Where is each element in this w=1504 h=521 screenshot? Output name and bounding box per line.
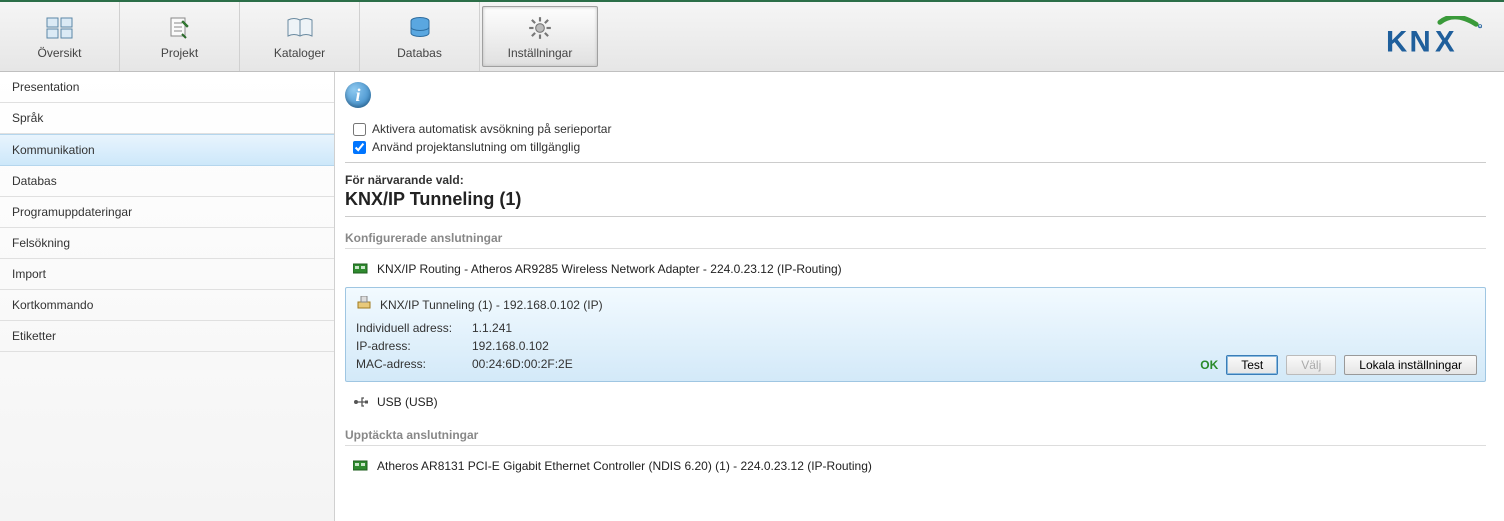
sidebar-item-presentation[interactable]: Presentation	[0, 72, 334, 103]
usb-icon	[353, 394, 369, 410]
test-button[interactable]: Test	[1226, 355, 1278, 375]
database-icon	[406, 14, 434, 42]
currently-selected-label: För närvarande vald:	[345, 173, 1486, 187]
project-conn-checkbox[interactable]	[353, 141, 366, 154]
nav-catalogs[interactable]: Kataloger	[240, 2, 360, 71]
kv-key: IP-adress:	[356, 337, 466, 355]
currently-selected-title: KNX/IP Tunneling (1)	[345, 189, 1486, 210]
kv-val: 192.168.0.102	[472, 337, 549, 355]
nav-project[interactable]: Projekt	[120, 2, 240, 71]
kv-val: 00:24:6D:00:2F:2E	[472, 355, 573, 373]
catalog-icon	[286, 14, 314, 42]
nav-settings[interactable]: Inställningar	[482, 6, 598, 67]
project-conn-row: Använd projektanslutning om tillgänglig	[345, 140, 1486, 154]
kv-val: 1.1.241	[472, 319, 512, 337]
serial-scan-checkbox[interactable]	[353, 123, 366, 136]
selected-connection-panel: KNX/IP Tunneling (1) - 192.168.0.102 (IP…	[345, 287, 1486, 382]
sidebar-item-shortcut[interactable]: Kortkommando	[0, 290, 334, 321]
connection-label: Atheros AR8131 PCI-E Gigabit Ethernet Co…	[377, 459, 872, 473]
sidebar-item-communication[interactable]: Kommunikation	[0, 134, 334, 166]
divider	[345, 162, 1486, 163]
connection-row-usb[interactable]: USB (USB)	[345, 390, 1486, 414]
project-icon	[166, 14, 194, 42]
network-card-icon	[353, 261, 369, 277]
svg-text:X: X	[1435, 25, 1455, 57]
content-pane: i Aktivera automatisk avsökning på serie…	[335, 72, 1504, 521]
overview-icon	[46, 14, 74, 42]
gear-icon	[526, 14, 554, 42]
serial-scan-label: Aktivera automatisk avsökning på seriepo…	[372, 122, 611, 136]
top-toolbar: Översikt Projekt Kataloger Databas Instä…	[0, 0, 1504, 72]
connection-label: USB (USB)	[377, 395, 438, 409]
kv-key: Individuell adress:	[356, 319, 466, 337]
nav-label: Databas	[397, 46, 442, 60]
select-button[interactable]: Välj	[1286, 355, 1336, 375]
sidebar-item-language[interactable]: Språk	[0, 103, 334, 134]
nav-label: Projekt	[161, 46, 198, 60]
network-card-icon	[353, 458, 369, 474]
nav-label: Kataloger	[274, 46, 325, 60]
sidebar-item-database[interactable]: Databas	[0, 166, 334, 197]
info-icon: i	[345, 82, 371, 108]
connection-row-routing[interactable]: KNX/IP Routing - Atheros AR9285 Wireless…	[345, 257, 1486, 281]
nav-database[interactable]: Databas	[360, 2, 480, 71]
connection-footer: OK Test Välj Lokala inställningar	[1200, 355, 1477, 375]
interface-icon	[356, 296, 372, 313]
sidebar-item-updates[interactable]: Programuppdateringar	[0, 197, 334, 228]
body-wrap: Presentation Språk Kommunikation Databas…	[0, 72, 1504, 521]
brand-logo: K N X R	[1386, 16, 1484, 58]
discovered-row[interactable]: Atheros AR8131 PCI-E Gigabit Ethernet Co…	[345, 454, 1486, 478]
connection-label: KNX/IP Routing - Atheros AR9285 Wireless…	[377, 262, 842, 276]
local-settings-button[interactable]: Lokala inställningar	[1344, 355, 1477, 375]
sidebar-item-debug[interactable]: Felsökning	[0, 228, 334, 259]
kv-key: MAC-adress:	[356, 355, 466, 373]
nav-label: Översikt	[37, 46, 81, 60]
discovered-heading: Upptäckta anslutningar	[345, 428, 1486, 446]
selected-connection-title: KNX/IP Tunneling (1) - 192.168.0.102 (IP…	[380, 298, 603, 312]
project-conn-label: Använd projektanslutning om tillgänglig	[372, 140, 580, 154]
status-ok: OK	[1200, 358, 1218, 372]
settings-sidebar: Presentation Språk Kommunikation Databas…	[0, 72, 335, 521]
nav-label: Inställningar	[508, 46, 573, 60]
configured-heading: Konfigurerade anslutningar	[345, 231, 1486, 249]
serial-scan-row: Aktivera automatisk avsökning på seriepo…	[345, 122, 1486, 136]
sidebar-item-import[interactable]: Import	[0, 259, 334, 290]
svg-text:N: N	[1410, 25, 1431, 57]
nav-overview[interactable]: Översikt	[0, 2, 120, 71]
svg-text:R: R	[1479, 25, 1481, 29]
sidebar-item-labels[interactable]: Etiketter	[0, 321, 334, 352]
svg-text:K: K	[1386, 25, 1407, 57]
